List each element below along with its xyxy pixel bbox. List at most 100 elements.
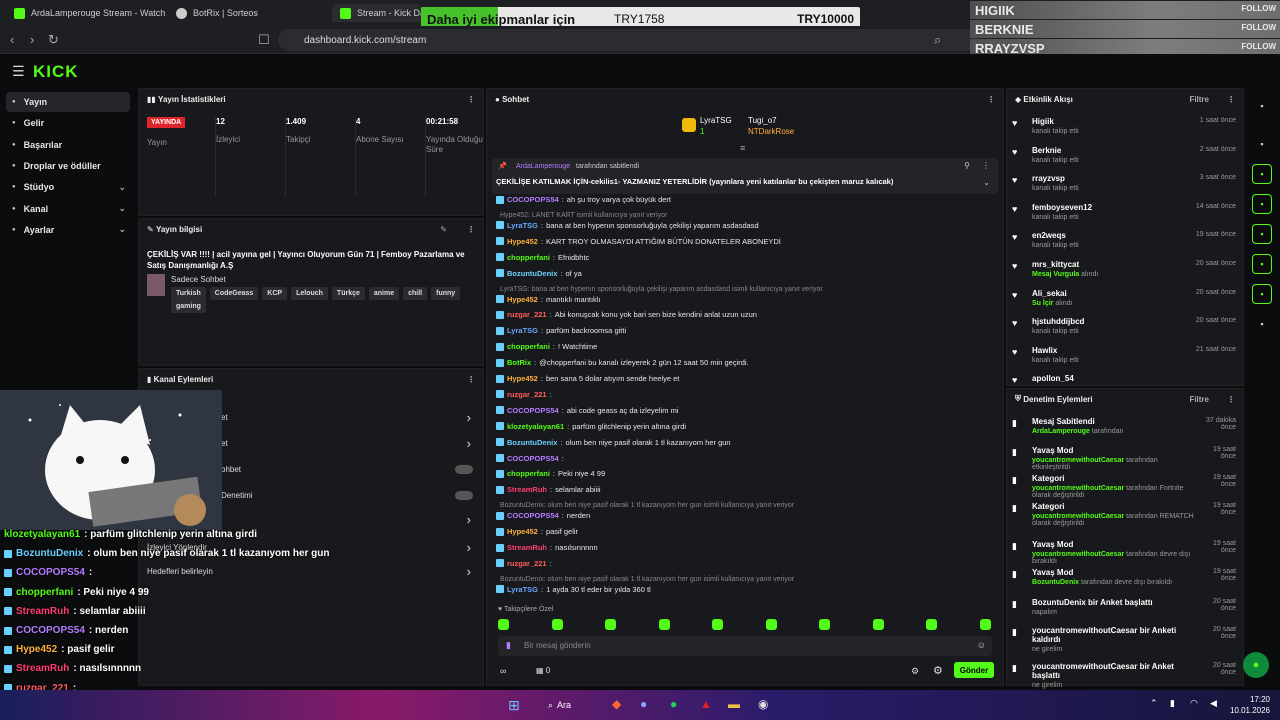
menu-icon[interactable]: ☰ — [12, 63, 25, 80]
toggle-switch[interactable] — [455, 465, 473, 474]
emote-icon[interactable] — [819, 619, 830, 630]
chat-username[interactable]: COCOPOPS54 — [507, 511, 559, 520]
unpin-icon[interactable]: ⚲ — [964, 161, 970, 170]
share-icon[interactable]: ▪ — [1252, 314, 1272, 334]
more-icon[interactable]: ⋮ — [982, 161, 990, 170]
chat-username[interactable]: BotRix — [507, 358, 531, 367]
eye-icon[interactable]: ▪ — [1252, 134, 1272, 154]
chat-message[interactable]: StreamRuh: nasılsınnnnn — [496, 543, 986, 552]
emote-icon[interactable] — [498, 619, 509, 630]
chat-message[interactable]: StreamRuh: selamlar abiiii — [496, 485, 986, 494]
filter-button[interactable]: Filtre — [1189, 395, 1209, 404]
chat-username[interactable]: COCOPOPS54 — [507, 195, 559, 204]
activity-item[interactable]: ♥ Higiik kanalı takip etti 1 saat önce — [1012, 117, 1240, 135]
activity-item[interactable]: ♥ hjstuhddijbcd kanalı takip etti 20 saat ö… — [1012, 317, 1240, 335]
sidebar-item-channel[interactable]: ● Kanal ⌄ — [6, 199, 130, 219]
sidebar-item-trophy[interactable]: ● Başarılar — [6, 135, 130, 155]
activity-item[interactable]: ♥ Hawlix kanalı takip etti 21 saat önce — [1012, 346, 1240, 364]
folder-icon[interactable]: ▬ — [728, 697, 740, 711]
windows-start-icon[interactable]: ⊞ — [508, 697, 520, 714]
chat-username[interactable]: ruzgar_221 — [507, 559, 547, 568]
chat-message[interactable]: Hype452: mantıklı mantıklı — [496, 295, 986, 304]
chat-username[interactable]: LyraTSG — [507, 221, 538, 230]
edit-icon[interactable]: ✎ — [440, 225, 447, 234]
stream-tag[interactable]: KCP — [262, 287, 288, 300]
sidebar-item-studio[interactable]: ● Stüdyo ⌄ — [6, 177, 130, 197]
file-icon[interactable]: ▪ — [1252, 194, 1272, 214]
url-input[interactable]: dashboard.kick.com/stream — [278, 29, 978, 51]
chevron-right-icon[interactable]: › — [467, 410, 471, 425]
chat-message[interactable]: BotRix: @chopperfani bu kanalı izleyerek … — [496, 358, 986, 367]
discord-icon[interactable]: ● — [640, 697, 647, 711]
loop-icon[interactable]: ∞ — [500, 666, 506, 676]
emote-icon[interactable] — [551, 619, 563, 630]
chat-message[interactable]: LyraTSG:1 ayda 30 tl eder bir yılda 360 … — [496, 585, 986, 594]
chat-username[interactable]: chopperfani — [507, 469, 550, 478]
chevron-down-icon[interactable]: ⌄ — [118, 224, 126, 235]
chat-username[interactable]: LyraTSG — [507, 585, 538, 594]
chat-message[interactable]: ruzgar_221: — [496, 559, 986, 568]
moderation-item[interactable]: ▮ Kategori youcantromewithoutCaesar tarafı… — [1012, 502, 1240, 527]
chevron-right-icon[interactable]: › — [467, 564, 471, 579]
layout-icon[interactable]: ▪ — [1252, 254, 1272, 274]
chevron-right-icon[interactable]: › — [467, 540, 471, 555]
activity-item[interactable]: ♥ Ali_sekai Su İçir alındı 20 saat önce — [1012, 289, 1240, 307]
browser-tab[interactable]: BotRix | Sorteos — [168, 4, 328, 22]
chat-message[interactable]: BozuntuDenix: of ya — [496, 269, 986, 278]
chat-message[interactable]: LyraTSG: bana at ben hypenın sponsorluğuy… — [496, 221, 986, 230]
chat-username[interactable]: Hype452 — [507, 527, 538, 536]
chat-message[interactable]: chopperfani:! Watchtime — [496, 342, 986, 351]
chat-message[interactable]: Hype452: pasif gelir — [496, 527, 986, 536]
moderation-item[interactable]: ▮ BozuntuDenix bir Anket başlattı napalım 2… — [1012, 598, 1240, 616]
browser-tab[interactable]: ArdaLamperouge Stream - Watch Liv — [6, 4, 166, 22]
sidebar-item-broadcast[interactable]: ● Yayın — [6, 92, 130, 112]
collapse-icon[interactable]: ≡ — [740, 143, 745, 153]
activity-item[interactable]: ♥ mrs_kittycat Mesaj Vurgula alındı 20 saat… — [1012, 260, 1240, 278]
taskbar-search[interactable]: ⌕ Ara — [548, 697, 598, 713]
chat-message[interactable]: Hype452: KART TROY OLMASAYDI ATTIĞIM BÜTÜ… — [496, 237, 986, 246]
bolt-icon[interactable]: ▪ — [1252, 164, 1272, 184]
chat-message[interactable]: chopperfani: Peki niye 4 99 — [496, 469, 986, 478]
more-icon[interactable]: ⋮ — [467, 375, 475, 384]
chat-username[interactable]: StreamRuh — [507, 543, 547, 552]
chat-username[interactable]: Hype452 — [507, 374, 538, 383]
chevron-right-icon[interactable]: › — [467, 512, 471, 527]
chat-username[interactable]: ruzgar_221 — [507, 390, 547, 399]
chat-message[interactable]: COCOPOPS54: abi code geass aç da izleyeli… — [496, 406, 986, 415]
activity-item[interactable]: ♥ femboyseven12 kanalı takip etti 14 saat ö… — [1012, 203, 1240, 221]
kick-logo[interactable]: KICK — [33, 62, 79, 82]
chat-bubble-icon[interactable]: ▪ — [1252, 224, 1272, 244]
emote-icon[interactable] — [872, 619, 884, 630]
toggle-switch[interactable] — [455, 491, 473, 500]
browser-tab-active[interactable]: Stream - Kick Dash — [332, 4, 422, 22]
clock[interactable]: 17:20 10.01.2026 — [1228, 694, 1270, 716]
chat-message[interactable]: COCOPOPS54: nerden — [496, 511, 986, 520]
zoom-icon[interactable]: ⌕ — [934, 32, 941, 48]
stream-tag[interactable]: Turkish — [171, 287, 206, 300]
stream-tag[interactable]: anime — [368, 287, 400, 300]
chat-username[interactable]: Hype452 — [507, 237, 538, 246]
stream-tag[interactable]: CodeGeass — [209, 287, 259, 300]
tray-chevron-icon[interactable]: ⌃ — [1150, 698, 1158, 709]
reload-icon[interactable]: ↻ — [48, 32, 59, 48]
activity-item[interactable]: ♥ rrayzvsp kanalı takip etti 3 saat önce — [1012, 174, 1240, 192]
activity-item[interactable]: ♥ Berknie kanalı takip etti 2 saat önce — [1012, 146, 1240, 164]
chevron-down-icon[interactable]: ⌄ — [983, 178, 990, 187]
spotify-icon[interactable]: ● — [670, 697, 677, 711]
wifi-icon[interactable]: ◠ — [1190, 698, 1198, 709]
volume-icon[interactable]: ◀ — [1210, 698, 1217, 709]
forward-icon[interactable]: › — [30, 32, 34, 47]
chat-message[interactable]: klozetyalayan61: parfüm glitchlenip yerin… — [496, 422, 986, 431]
app-icon[interactable]: ▲ — [700, 697, 712, 711]
chat-username[interactable]: COCOPOPS54 — [507, 406, 559, 415]
sidebar-item-wallet[interactable]: ● Gelir — [6, 113, 130, 133]
chat-username[interactable]: BozuntuDenix — [507, 269, 557, 278]
chat-username[interactable]: COCOPOPS54 — [507, 454, 559, 463]
moderation-item[interactable]: ▮ Kategori youcantromewithoutCaesar tarafı… — [1012, 474, 1240, 499]
chat-username[interactable]: BozuntuDenix — [507, 438, 557, 447]
activity-item[interactable]: ♥ en2weqs kanalı takip etti 19 saat önce — [1012, 231, 1240, 249]
stream-tag[interactable]: Türkçe — [331, 287, 365, 300]
more-icon[interactable]: ⋮ — [1227, 95, 1235, 104]
chevron-down-icon[interactable]: ⌄ — [118, 203, 126, 214]
moderation-item[interactable]: ▮ Yavaş Mod BozuntuDenix tarafından devre … — [1012, 568, 1240, 586]
